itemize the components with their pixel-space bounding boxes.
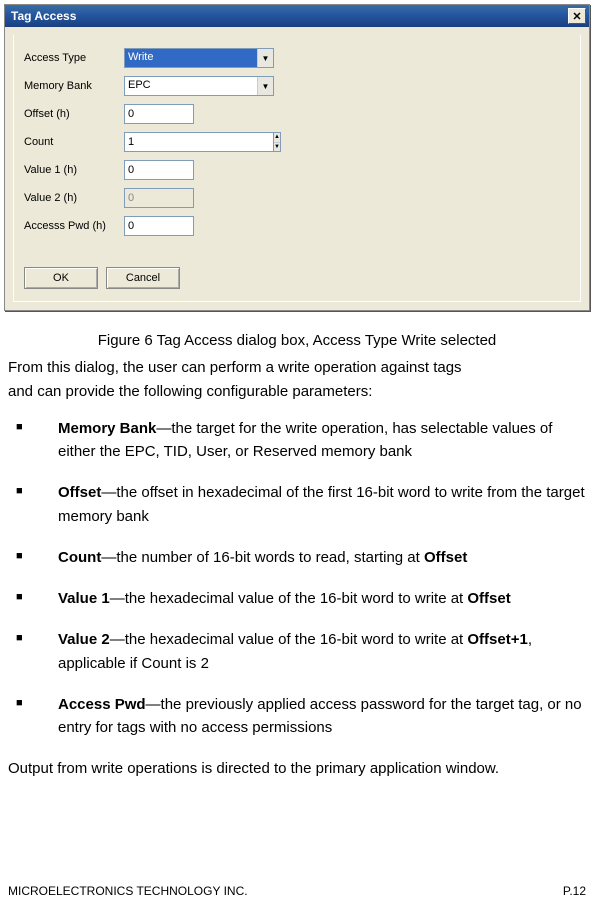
list-item: Memory Bank—the target for the write ope… — [8, 417, 586, 464]
parameter-list: Memory Bank—the target for the write ope… — [8, 417, 586, 740]
row-access-pwd: Accesss Pwd (h) — [24, 215, 570, 237]
dialog-title: Tag Access — [11, 9, 76, 23]
label-memory-bank: Memory Bank — [24, 80, 124, 92]
label-value1: Value 1 (h) — [24, 164, 124, 176]
cancel-button[interactable]: Cancel — [106, 267, 180, 289]
term: Offset — [58, 484, 101, 501]
intro-line-2: and can provide the following configurab… — [8, 380, 586, 403]
row-access-type: Access Type Write ▼ — [24, 47, 570, 69]
label-access-pwd: Accesss Pwd (h) — [24, 220, 124, 232]
desc: —the hexadecimal value of the 16-bit wor… — [110, 590, 468, 607]
close-button[interactable]: ✕ — [568, 8, 586, 24]
term: Count — [58, 549, 101, 566]
row-memory-bank: Memory Bank EPC ▼ — [24, 75, 570, 97]
desc: —the number of 16-bit words to read, sta… — [101, 549, 424, 566]
access-type-value: Write — [125, 49, 257, 67]
access-type-combo[interactable]: Write ▼ — [124, 48, 274, 68]
dialog-titlebar[interactable]: Tag Access ✕ — [5, 5, 589, 27]
list-item: Access Pwd—the previously applied access… — [8, 693, 586, 740]
spinner-up-icon[interactable]: ▲ — [274, 133, 280, 143]
access-pwd-input[interactable] — [124, 216, 194, 236]
value2-input — [124, 188, 194, 208]
tag-access-dialog: Tag Access ✕ Access Type Write ▼ Memory … — [4, 4, 590, 311]
label-offset: Offset (h) — [24, 108, 124, 120]
chevron-down-icon[interactable]: ▼ — [257, 49, 273, 67]
outro: Output from write operations is directed… — [8, 757, 586, 780]
count-input[interactable] — [124, 132, 273, 152]
spinner-down-icon[interactable]: ▼ — [274, 143, 280, 152]
list-item: Value 1—the hexadecimal value of the 16-… — [8, 587, 586, 610]
row-value2: Value 2 (h) — [24, 187, 570, 209]
count-spinner[interactable]: ▲ ▼ — [124, 132, 194, 152]
bold-tail: Offset — [424, 549, 467, 566]
spinner-buttons: ▲ ▼ — [273, 132, 281, 152]
label-access-type: Access Type — [24, 52, 124, 64]
row-value1: Value 1 (h) — [24, 159, 570, 181]
list-item: Value 2—the hexadecimal value of the 16-… — [8, 628, 586, 675]
bold-tail: Offset+1 — [467, 631, 527, 648]
dialog-body: Access Type Write ▼ Memory Bank EPC ▼ Of… — [13, 35, 581, 302]
ok-button[interactable]: OK — [24, 267, 98, 289]
memory-bank-combo[interactable]: EPC ▼ — [124, 76, 274, 96]
page-footer: MICROELECTRONICS TECHNOLOGY INC. P.12 — [8, 884, 586, 898]
intro-line-1: From this dialog, the user can perform a… — [8, 356, 586, 379]
term: Value 1 — [58, 590, 110, 607]
document-body: Figure 6 Tag Access dialog box, Access T… — [0, 311, 594, 781]
chevron-down-icon[interactable]: ▼ — [257, 77, 273, 95]
row-offset: Offset (h) — [24, 103, 570, 125]
offset-input[interactable] — [124, 104, 194, 124]
value1-input[interactable] — [124, 160, 194, 180]
list-item: Offset—the offset in hexadecimal of the … — [8, 481, 586, 528]
close-icon: ✕ — [572, 10, 581, 23]
footer-company: MICROELECTRONICS TECHNOLOGY INC. — [8, 884, 248, 898]
label-value2: Value 2 (h) — [24, 192, 124, 204]
label-count: Count — [24, 136, 124, 148]
term: Value 2 — [58, 631, 110, 648]
button-row: OK Cancel — [24, 267, 570, 289]
bold-tail: Offset — [467, 590, 510, 607]
list-item: Count—the number of 16-bit words to read… — [8, 546, 586, 569]
row-count: Count ▲ ▼ — [24, 131, 570, 153]
memory-bank-value: EPC — [125, 77, 257, 95]
desc: —the offset in hexadecimal of the first … — [58, 484, 585, 524]
figure-caption: Figure 6 Tag Access dialog box, Access T… — [8, 329, 586, 352]
term: Access Pwd — [58, 696, 146, 713]
desc: —the hexadecimal value of the 16-bit wor… — [110, 631, 468, 648]
term: Memory Bank — [58, 420, 156, 437]
footer-page: P.12 — [563, 884, 586, 898]
